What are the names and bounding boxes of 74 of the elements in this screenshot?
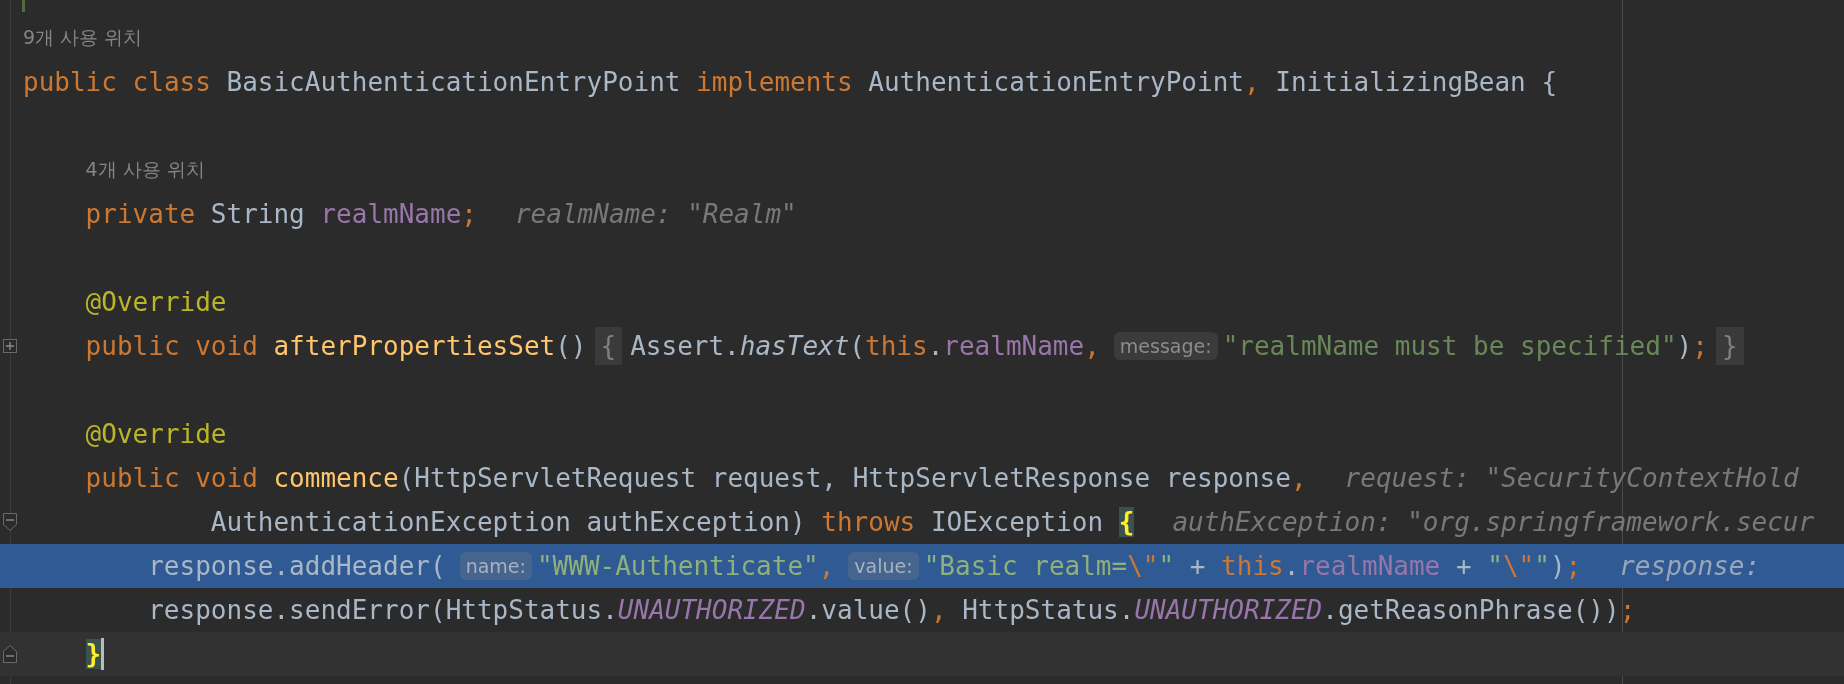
field-name: realmName <box>320 199 462 229</box>
escape-sequence: \" <box>1127 551 1159 581</box>
string-literal: "WWW-Authenticate" <box>536 551 819 581</box>
code-text: ( <box>849 331 865 361</box>
string-literal: "realmName must be specified" <box>1222 331 1677 361</box>
code-text: ) <box>1676 331 1693 361</box>
collapse-icon[interactable] <box>1 644 18 664</box>
code-punctuation: , <box>818 551 835 581</box>
code-keyword: private <box>85 199 197 229</box>
code-keyword: throws <box>821 507 917 537</box>
code-text: (HttpServletRequest request, HttpServletResponse response <box>398 463 1291 493</box>
code-text: ) <box>1549 551 1566 581</box>
folded-code: } <box>1715 327 1744 365</box>
code-punctuation: ; <box>461 199 477 229</box>
code-keyword: public void <box>85 331 259 361</box>
code-text: IOException <box>930 507 1105 537</box>
change-marker <box>22 0 25 12</box>
parameter-hint[interactable]: value: <box>848 552 919 580</box>
constant-name: UNAUTHORIZED <box>617 595 806 625</box>
code-punctuation: , <box>1244 67 1261 97</box>
method-call: hasText <box>739 331 850 361</box>
code-text: response.sendError(HttpStatus. <box>148 595 618 625</box>
parameter-hint[interactable]: name: <box>459 552 532 580</box>
folded-code: { <box>594 327 623 365</box>
code-keyword: this <box>1221 551 1284 581</box>
string-literal: " <box>1534 551 1550 581</box>
method-name: commence <box>273 463 399 493</box>
string-literal: " <box>1487 551 1503 581</box>
string-literal: "Basic realm= <box>923 551 1128 581</box>
code-keyword: this <box>865 331 928 361</box>
code-text: .value() <box>805 595 931 625</box>
text-cursor <box>101 638 105 670</box>
code-punctuation: , <box>1290 463 1307 493</box>
code-keyword: public class <box>23 67 212 97</box>
annotation: @Override <box>85 287 227 317</box>
code-punctuation: ; <box>1565 551 1582 581</box>
code-text: BasicAuthenticationEntryPoint <box>226 67 682 97</box>
code-text: response.addHeader( <box>148 551 446 581</box>
code-keyword: public void <box>85 463 259 493</box>
string-literal: " <box>1158 551 1175 581</box>
code-text: () <box>555 331 587 361</box>
code-punctuation: , <box>1084 331 1100 361</box>
inline-value-hint: request: "SecurityContextHold <box>1344 463 1799 493</box>
code-text: + <box>1454 551 1473 581</box>
inline-value-hint: realmName: "Realm" <box>514 199 797 229</box>
code-text: .getReasonPhrase()) <box>1322 595 1620 625</box>
code-punctuation: , <box>930 595 947 625</box>
usages-link[interactable]: 4개 사용 위치 <box>85 157 205 183</box>
parameter-hint[interactable]: message: <box>1113 332 1218 360</box>
usages-link[interactable]: 9개 사용 위치 <box>23 25 143 51</box>
collapse-icon[interactable] <box>1 512 18 532</box>
field-name: realmName <box>1299 551 1441 581</box>
code-keyword: implements <box>696 67 854 97</box>
matched-brace: { <box>1118 507 1135 537</box>
code-text: InitializingBean { <box>1275 67 1558 97</box>
code-text: String <box>210 199 306 229</box>
inline-value-hint: authException: "org.springframework.secur <box>1172 507 1815 537</box>
code-text: HttpStatus. <box>961 595 1135 625</box>
code-punctuation: ; <box>1619 595 1636 625</box>
code-text: Assert. <box>630 331 740 361</box>
escape-sequence: \" <box>1502 551 1535 581</box>
expand-icon[interactable] <box>1 338 18 354</box>
matched-brace: } <box>85 639 102 669</box>
constant-name: UNAUTHORIZED <box>1134 595 1323 625</box>
inline-value-hint: response: <box>1619 551 1761 581</box>
method-name: afterPropertiesSet <box>273 331 556 361</box>
code-punctuation: ; <box>1692 331 1708 361</box>
code-text: . <box>1283 551 1300 581</box>
code-text: . <box>927 331 944 361</box>
code-text: + <box>1188 551 1207 581</box>
field-name: realmName <box>943 331 1085 361</box>
annotation: @Override <box>85 419 227 449</box>
code-text: AuthenticationEntryPoint <box>868 67 1244 97</box>
code-text: AuthenticationException authException) <box>210 507 807 537</box>
